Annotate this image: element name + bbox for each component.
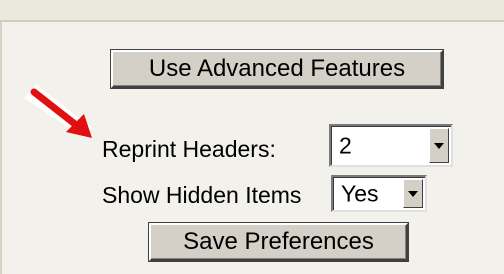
show-hidden-items-dropdown-button[interactable] (403, 179, 423, 208)
show-hidden-items-value: Yes (341, 180, 379, 206)
chevron-down-icon (434, 142, 444, 149)
chevron-down-icon (408, 190, 418, 197)
red-arrow-icon (24, 84, 92, 138)
use-advanced-features-button[interactable]: Use Advanced Features (111, 50, 443, 88)
reprint-headers-dropdown-button[interactable] (429, 128, 449, 163)
show-hidden-items-label: Show Hidden Items (102, 182, 302, 208)
show-hidden-items-select[interactable]: Yes (331, 175, 427, 212)
top-panel (0, 0, 504, 22)
save-preferences-button[interactable]: Save Preferences (149, 223, 408, 261)
left-divider (0, 22, 2, 274)
reprint-headers-value: 2 (339, 132, 352, 158)
reprint-headers-label: Reprint Headers: (102, 136, 276, 162)
reprint-headers-select[interactable]: 2 (329, 124, 453, 167)
